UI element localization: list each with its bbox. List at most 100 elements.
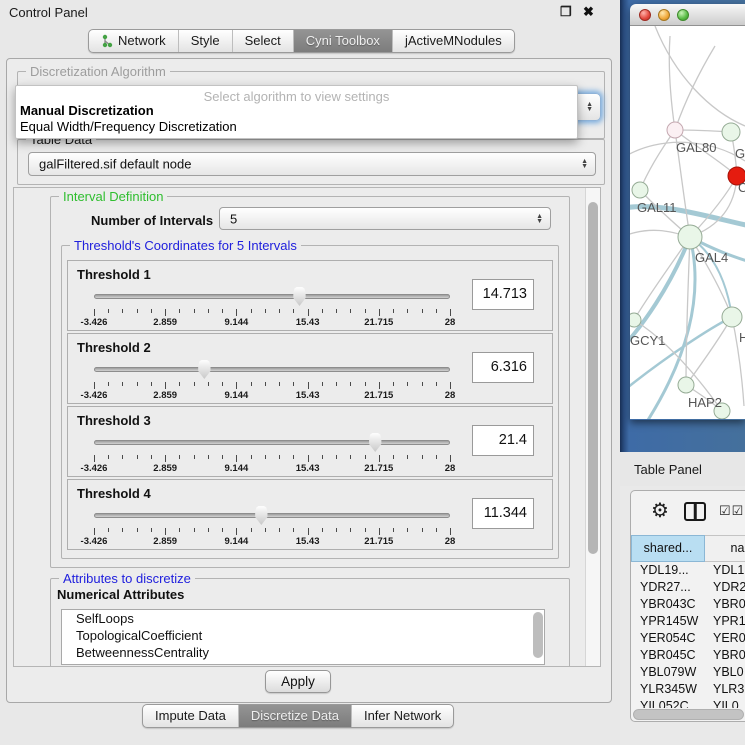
scrollbar-thumb[interactable] — [588, 202, 598, 554]
slider-major-tick — [94, 309, 95, 316]
threshold-label: Threshold 4 — [77, 486, 151, 501]
table-row[interactable]: YDL19...YDL1 — [631, 562, 745, 579]
list-scrollbar[interactable] — [533, 612, 543, 658]
tab-jactivemnodules[interactable]: jActiveMNodules — [392, 30, 514, 52]
threshold-slider[interactable]: -3.4262.8599.14415.4321.71528 — [94, 431, 450, 473]
network-edge[interactable] — [669, 36, 675, 130]
slider-minor-tick — [122, 528, 123, 532]
combo-arrows-icon: ▲▼ — [581, 159, 588, 169]
vertical-scrollbar[interactable] — [585, 188, 600, 666]
network-window-titlebar[interactable] — [630, 4, 745, 26]
group-title: Threshold's Coordinates for 5 Intervals — [70, 238, 301, 253]
slider-track[interactable] — [94, 367, 450, 372]
tab-select[interactable]: Select — [232, 30, 293, 52]
slider-thumb[interactable] — [197, 360, 211, 379]
table-row[interactable]: YPR145WYPR1 — [631, 613, 745, 630]
numerical-attributes-list[interactable]: SelfLoopsTopologicalCoefficientBetweenne… — [61, 609, 545, 665]
column-header-name[interactable]: na — [705, 535, 745, 562]
slider-major-tick — [450, 455, 451, 462]
network-node-green[interactable] — [630, 313, 641, 327]
threshold-slider[interactable]: -3.4262.8599.14415.4321.71528 — [94, 504, 450, 546]
split-columns-icon[interactable] — [684, 502, 706, 521]
threshold-value-field[interactable]: 6.316 — [472, 352, 534, 383]
zoom-traffic-light[interactable] — [677, 9, 689, 21]
number-of-intervals-combobox[interactable]: 5 ▲▼ — [219, 207, 551, 230]
attribute-list-item[interactable]: SelfLoops — [62, 610, 544, 627]
tab-network[interactable]: Network — [89, 30, 178, 52]
table-row[interactable]: YDR27...YDR2 — [631, 579, 745, 596]
slider-minor-tick — [365, 528, 366, 532]
attribute-list-item[interactable]: TopologicalCoefficient — [62, 627, 544, 644]
dropdown-option-manual[interactable]: Manual Discretization — [16, 103, 577, 119]
table-row[interactable]: YBR043CYBR0 — [631, 596, 745, 613]
network-edge[interactable] — [686, 317, 732, 385]
close-icon[interactable]: ✖ — [583, 4, 594, 20]
slider-minor-tick — [293, 455, 294, 459]
tab-infer-network[interactable]: Infer Network — [351, 705, 453, 727]
slider-major-tick — [94, 528, 95, 535]
slider-minor-tick — [251, 309, 252, 313]
select-columns-icon[interactable]: ☑☑ — [719, 503, 744, 519]
slider-thumb[interactable] — [368, 433, 382, 452]
slider-minor-tick — [222, 382, 223, 386]
slider-minor-tick — [222, 309, 223, 313]
slider-minor-tick — [436, 528, 437, 532]
tab-cyni-toolbox[interactable]: Cyni Toolbox — [293, 30, 392, 52]
network-node-label: GAL80 — [676, 140, 716, 155]
network-edge[interactable] — [634, 237, 690, 320]
network-graph: GAL80GGAL11CGAL4GCY1HHAP2 — [630, 26, 745, 419]
group-title: Interval Definition — [59, 189, 167, 204]
tab-impute-data[interactable]: Impute Data — [143, 705, 238, 727]
threshold-slider[interactable]: -3.4262.8599.14415.4321.71528 — [94, 285, 450, 327]
network-edge[interactable] — [655, 26, 745, 126]
slider-track[interactable] — [94, 513, 450, 518]
slider-minor-tick — [137, 309, 138, 313]
slider-thumb[interactable] — [254, 506, 268, 525]
network-node-green[interactable] — [632, 182, 648, 198]
tab-discretize-data[interactable]: Discretize Data — [238, 705, 351, 727]
table-row[interactable]: YIL052CYIL0 — [631, 698, 745, 708]
cell-shared-name: YLR345W — [631, 681, 705, 698]
horizontal-scrollbar[interactable] — [633, 709, 744, 720]
threshold-box: Threshold 3-3.4262.8599.14415.4321.71528… — [67, 406, 553, 477]
threshold-value-field[interactable]: 21.4 — [472, 425, 534, 456]
apply-button[interactable]: Apply — [265, 670, 331, 693]
cell-name: YLR3 — [705, 681, 745, 698]
network-node-green[interactable] — [722, 307, 742, 327]
slider-thumb[interactable] — [292, 287, 306, 306]
threshold-value-field[interactable]: 11.344 — [472, 498, 534, 529]
slider-tick-label: -3.426 — [81, 463, 108, 474]
network-node-green[interactable] — [678, 225, 702, 249]
table-row[interactable]: YER054CYER0 — [631, 630, 745, 647]
table-row[interactable]: YBR045CYBR0 — [631, 647, 745, 664]
slider-minor-tick — [108, 455, 109, 459]
slider-minor-tick — [194, 309, 195, 313]
network-edge-thick[interactable] — [630, 237, 690, 348]
network-edge[interactable] — [640, 130, 675, 190]
minimize-traffic-light[interactable] — [658, 9, 670, 21]
slider-track[interactable] — [94, 294, 450, 299]
thresholds-group: Threshold's Coordinates for 5 Intervals … — [61, 245, 559, 559]
network-edge[interactable] — [675, 46, 715, 130]
network-node-green[interactable] — [722, 123, 740, 141]
close-traffic-light[interactable] — [639, 9, 651, 21]
slider-tick-label: 15.43 — [296, 536, 320, 547]
dropdown-option-equal-width[interactable]: Equal Width/Frequency Discretization — [16, 119, 577, 135]
tab-style[interactable]: Style — [178, 30, 232, 52]
network-node-green[interactable] — [678, 377, 694, 393]
network-node-pink[interactable] — [667, 122, 683, 138]
threshold-value-field[interactable]: 14.713 — [472, 279, 534, 310]
table-row[interactable]: YBL079WYBL0 — [631, 664, 745, 681]
column-header-shared-name[interactable]: shared... — [631, 535, 705, 562]
float-window-icon[interactable]: ❒ — [560, 4, 572, 20]
table-data-combobox[interactable]: galFiltered.sif default node ▲▼ — [28, 152, 596, 176]
tab-label: Cyni Toolbox — [306, 33, 380, 48]
gear-icon[interactable]: ⚙ — [651, 498, 669, 523]
slider-track[interactable] — [94, 440, 450, 445]
network-canvas[interactable]: GAL80GGAL11CGAL4GCY1HHAP2 — [630, 26, 745, 419]
attribute-list-item[interactable]: BetweennessCentrality — [62, 644, 544, 661]
network-edge[interactable] — [686, 237, 690, 385]
slider-minor-tick — [436, 382, 437, 386]
threshold-slider[interactable]: -3.4262.8599.14415.4321.71528 — [94, 358, 450, 400]
table-row[interactable]: YLR345WYLR3 — [631, 681, 745, 698]
